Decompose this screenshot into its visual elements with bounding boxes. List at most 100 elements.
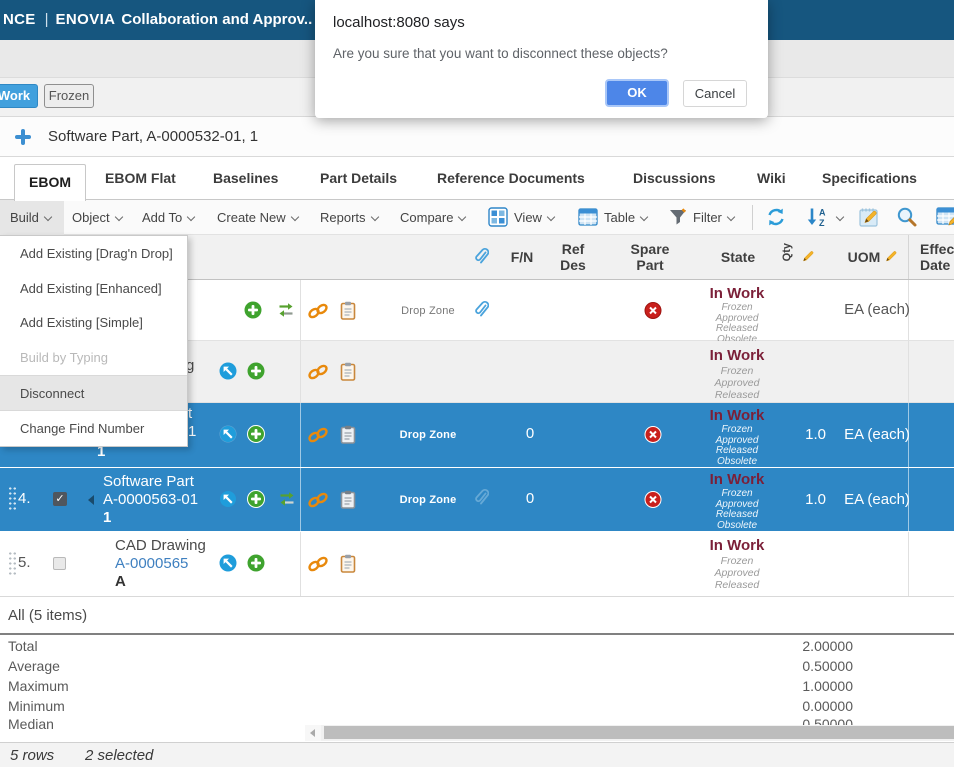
clipboard-icon[interactable] (341, 554, 356, 578)
tab-discussions[interactable]: Discussions (633, 157, 715, 200)
add-child-icon[interactable] (247, 362, 265, 385)
object-type: Software Part (103, 473, 198, 491)
column-header-spare-part[interactable]: SparePart (631, 241, 670, 273)
add-child-icon[interactable] (244, 301, 262, 324)
connect-link-icon[interactable] (307, 303, 329, 324)
scrollbar-left-arrow[interactable] (305, 725, 321, 741)
column-header-state[interactable]: State (721, 235, 755, 280)
column-divider (300, 341, 301, 402)
add-child-icon[interactable] (247, 425, 265, 448)
frozen-view-button[interactable]: Frozen (44, 84, 94, 108)
cancel-button[interactable]: Cancel (683, 80, 747, 107)
build-menu-button[interactable]: Build (10, 200, 51, 235)
clipboard-icon[interactable] (341, 301, 356, 325)
clipboard-icon[interactable] (341, 490, 356, 514)
attachment-paperclip-icon[interactable] (473, 300, 489, 325)
column-header-qty[interactable]: Qty (781, 243, 793, 261)
column-divider (300, 468, 301, 531)
menu-item-add-existing-dragndrop[interactable]: Add Existing [Drag'n Drop] (0, 236, 187, 271)
navigate-icon[interactable] (219, 425, 237, 448)
row-checkbox-unchecked[interactable] (53, 557, 66, 570)
no-spare-part-icon[interactable] (645, 491, 662, 513)
row-checkbox-checked[interactable]: ✓ (53, 492, 67, 506)
column-header-fn[interactable]: F/N (511, 235, 534, 280)
tab-specifications[interactable]: Specifications (822, 157, 917, 200)
drop-zone[interactable]: Drop Zone (400, 494, 457, 506)
table-row-selected[interactable]: 4. ✓ Software Part A-0000563-01 1 Drop Z… (0, 468, 954, 532)
tab-reference-documents[interactable]: Reference Documents (437, 157, 585, 200)
row-number: 5. (18, 554, 31, 571)
table-menu-button[interactable]: Table (604, 200, 647, 235)
filter-icon[interactable] (668, 207, 688, 232)
attachment-paperclip-icon[interactable] (473, 488, 489, 513)
uom-edit-pencil-icon[interactable] (885, 250, 898, 266)
object-name-cell[interactable]: CAD Drawing A-0000565 A (115, 537, 206, 591)
state-lifecycle: FrozenApprovedReleased (677, 365, 797, 401)
context-object-title: Software Part, A-0000532-01, 1 (48, 117, 258, 157)
column-header-ref-des[interactable]: RefDes (560, 241, 586, 273)
add-child-icon[interactable] (247, 490, 265, 513)
menu-item-add-existing-enhanced[interactable]: Add Existing [Enhanced] (0, 271, 187, 306)
tab-bar: EBOM EBOM Flat Baselines Part Details Re… (0, 157, 954, 200)
drop-zone[interactable]: Drop Zone (400, 429, 457, 441)
state-cell: In Work FrozenApprovedReleasedObsolete (677, 285, 797, 345)
state-value: In Work (677, 471, 797, 488)
view-menu-button[interactable]: View (514, 200, 554, 235)
ok-button[interactable]: OK (605, 79, 669, 107)
clipboard-icon[interactable] (341, 362, 356, 386)
object-id-link[interactable]: A-0000565 (115, 555, 206, 573)
connect-link-icon[interactable] (307, 492, 329, 513)
tab-ebom[interactable]: EBOM (14, 164, 86, 201)
menu-item-disconnect[interactable]: Disconnect (0, 375, 187, 412)
navigate-icon[interactable] (219, 554, 237, 577)
uom-cell: EA (each) (817, 426, 937, 443)
drop-zone[interactable]: Drop Zone (401, 305, 455, 317)
attachment-column-paperclip-icon[interactable] (473, 247, 489, 270)
reports-menu-button[interactable]: Reports (320, 200, 378, 235)
tab-part-details[interactable]: Part Details (320, 157, 397, 200)
table-row[interactable]: 5. CAD Drawing A-0000565 A In Work Froze… (0, 532, 954, 597)
column-header-effectivity[interactable]: EffectiveDate (920, 241, 954, 273)
object-name-cell[interactable]: Software Part A-0000563-01 1 (103, 473, 198, 527)
menu-item-add-existing-simple[interactable]: Add Existing [Simple] (0, 305, 187, 340)
object-menu-button[interactable]: Object (72, 200, 122, 235)
collapse-triangle-icon[interactable] (88, 495, 94, 505)
work-view-button[interactable]: Work (0, 84, 38, 108)
search-icon[interactable] (896, 206, 918, 233)
connect-link-icon[interactable] (307, 427, 329, 448)
tab-ebom-flat[interactable]: EBOM Flat (105, 157, 176, 200)
summary-divider (0, 633, 954, 635)
add-child-icon[interactable] (247, 554, 265, 577)
column-header-uom[interactable]: UOM (848, 235, 881, 280)
no-spare-part-icon[interactable] (645, 426, 662, 448)
horizontal-scrollbar-thumb[interactable] (324, 726, 954, 739)
view-icon[interactable] (488, 207, 508, 232)
filter-menu-button[interactable]: Filter (693, 200, 734, 235)
replace-icon[interactable] (277, 302, 295, 323)
expand-plus-icon[interactable] (15, 129, 31, 145)
table-edit-icon[interactable] (936, 206, 954, 233)
compare-menu-button[interactable]: Compare (400, 200, 465, 235)
table-icon[interactable] (578, 207, 598, 232)
clipboard-icon[interactable] (341, 425, 356, 449)
connect-link-icon[interactable] (307, 556, 329, 577)
edit-icon[interactable] (858, 206, 880, 233)
replace-icon[interactable] (278, 491, 296, 512)
refresh-icon[interactable] (765, 206, 787, 233)
menu-item-change-find-number[interactable]: Change Find Number (0, 411, 187, 446)
drag-handle[interactable] (8, 551, 17, 577)
create-new-menu-button[interactable]: Create New (217, 200, 298, 235)
connect-link-icon[interactable] (307, 364, 329, 385)
drag-handle[interactable] (8, 486, 17, 512)
add-to-menu-button[interactable]: Add To (142, 200, 194, 235)
column-divider (908, 532, 909, 596)
qty-edit-pencil-icon[interactable] (802, 250, 815, 266)
sort-az-icon[interactable]: AZ (805, 206, 843, 233)
tab-wiki[interactable]: Wiki (757, 157, 786, 200)
no-spare-part-icon[interactable] (645, 302, 662, 324)
navigate-icon[interactable] (219, 362, 237, 385)
tab-baselines[interactable]: Baselines (213, 157, 278, 200)
left-arrow-icon (310, 729, 315, 737)
column-divider (908, 341, 909, 402)
navigate-icon[interactable] (219, 490, 237, 513)
